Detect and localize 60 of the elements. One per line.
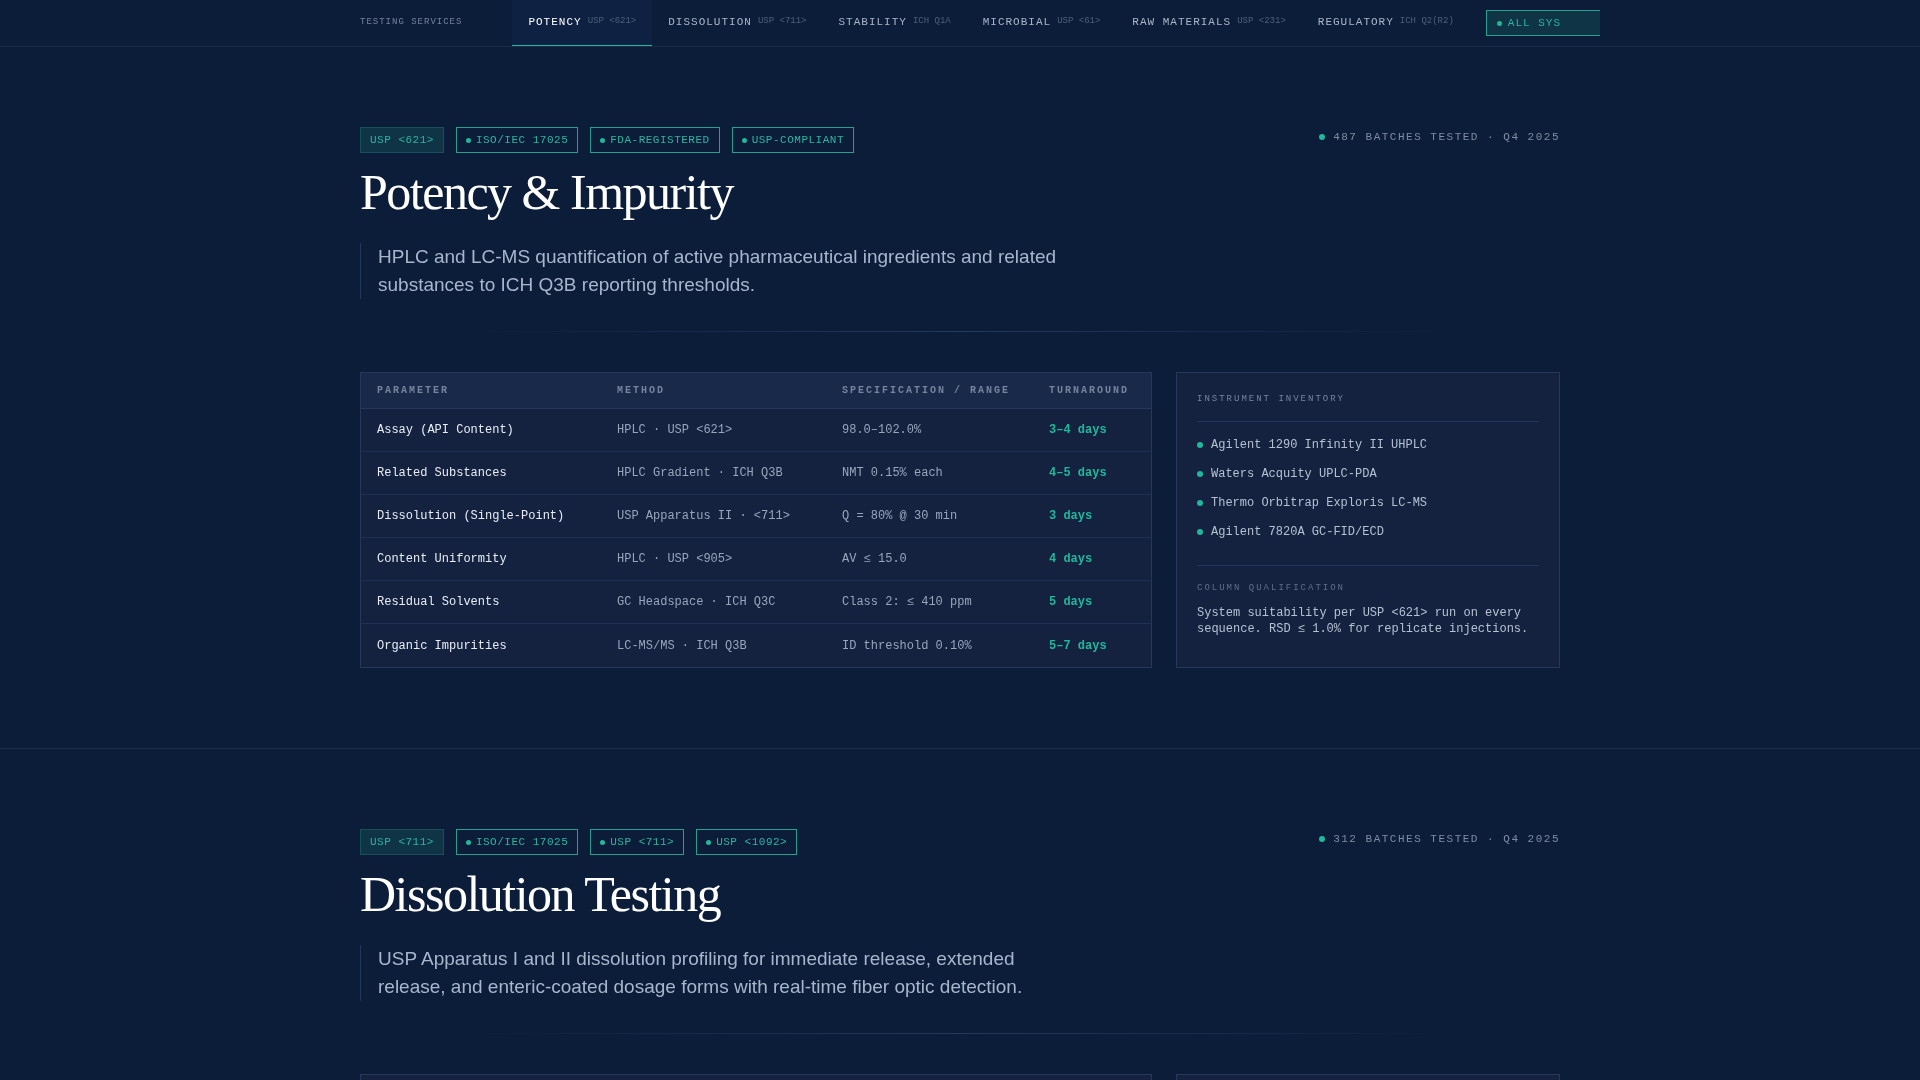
section-description: USP Apparatus I and II dissolution profiling for immediate release, extended release, and enteric-coated dosage forms with real-time fiber optic detection. [378,947,1024,999]
column-header: METHOD [617,384,666,398]
batch-stat: 487 BATCHES TESTED · Q4 2025 [1333,130,1560,145]
table-cell-text: LC-MS/MS · ICH Q3B [617,637,748,655]
table-cell-text: 3 days [1049,508,1094,525]
instrument-item: Thermo Orbitrap Exploris LC-MS [1211,494,1428,512]
tag-badge: USP <1092> [696,829,798,855]
bullet-icon [1197,528,1203,535]
table-cell-text: Dissolution (Single-Point) [377,508,566,525]
section-description: HPLC and LC-MS quantification of active pharmaceutical ingredients and related substances to ICH Q3B reporting thresholds. [378,245,1058,297]
nav-tab[interactable]: DISSOLUTION USP <711> [652,0,823,46]
table-cell-text: 5–7 days [1049,637,1108,655]
card-heading: COLUMN QUALIFICATION [1197,581,1347,595]
table-cell-text: ID threshold 0.10% [842,637,973,655]
table-cell-text: Class 2: ≤ 410 ppm [842,594,973,611]
column-header: SPECIFICATION / RANGE [842,384,1012,398]
instrument-item: Agilent 7820A GC-FID/ECD [1211,523,1384,541]
nav-tab[interactable]: MICROBIAL USP <61> [966,0,1117,46]
instrument-item: Waters Acquity UPLC-PDA [1211,465,1377,483]
table-cell-text: USP Apparatus II · <711> [617,508,791,525]
bullet-icon [1197,499,1203,506]
column-header: TURNAROUND [1049,384,1130,398]
tag-badge: USP-COMPLIANT [731,127,854,153]
table-cell-text: AV ≤ 15.0 [842,551,908,568]
table-cell-text: Residual Solvents [377,594,501,611]
batch-stat: 312 BATCHES TESTED · Q4 2025 [1333,832,1560,847]
column-header: PARAMETER [377,384,450,398]
bullet-icon [1197,470,1203,477]
table-cell-text: HPLC Gradient · ICH Q3B [617,465,784,482]
table-cell-text: Organic Impurities [377,637,508,655]
table-cell-text: NMT 0.15% each [842,465,944,482]
card-heading: INSTRUMENT INVENTORY [1197,393,1539,422]
table-cell-text: GC Headspace · ICH Q3C [617,594,777,611]
tag-badge: FDA-REGISTERED [590,127,720,153]
table-cell-text: Q = 80% @ 30 min [842,508,959,525]
brand-label: TESTING SERVICES [360,16,463,30]
tag-badge: USP <711> [590,829,685,855]
table-cell-text: Content Uniformity [377,551,508,568]
section-title: Dissolution Testing [360,865,722,924]
table-cell-text: 3–4 days [1049,422,1108,439]
table-cell-text: Related Substances [377,465,508,482]
nav-tab[interactable]: RAW MATERIALS USP <231> [1116,0,1302,46]
nav-tab[interactable]: STABILITY ICH Q1A [822,0,967,46]
tag-badge: USP <711> [360,829,444,855]
table-cell-text: 98.0–102.0% [842,422,923,439]
table-cell-text: 5 days [1049,594,1094,611]
table-cell-text: Assay (API Content) [377,422,515,439]
qualification-note: System suitability per USP <621> run on every sequence. RSD ≤ 1.0% for replicate injections. [1197,605,1530,638]
tag-badge: USP <621> [360,127,444,153]
nav-tab[interactable]: REGULATORY ICH Q2(R2) [1301,0,1470,46]
table-cell-text: 4 days [1049,551,1094,568]
tag-badge: ISO/IEC 17025 [455,829,579,855]
instrument-item: Agilent 1290 Infinity II UHPLC [1211,436,1428,454]
table-cell-text: HPLC · USP <621> [617,422,734,439]
table-cell-text: HPLC · USP <905> [617,551,734,568]
all-systems-button[interactable]: ALL SYS [1485,10,1600,36]
table-cell-text: 4–5 days [1049,465,1108,482]
bullet-icon [1197,441,1203,448]
section-title: Potency & Impurity [360,163,735,222]
tag-badge: ISO/IEC 17025 [455,127,579,153]
